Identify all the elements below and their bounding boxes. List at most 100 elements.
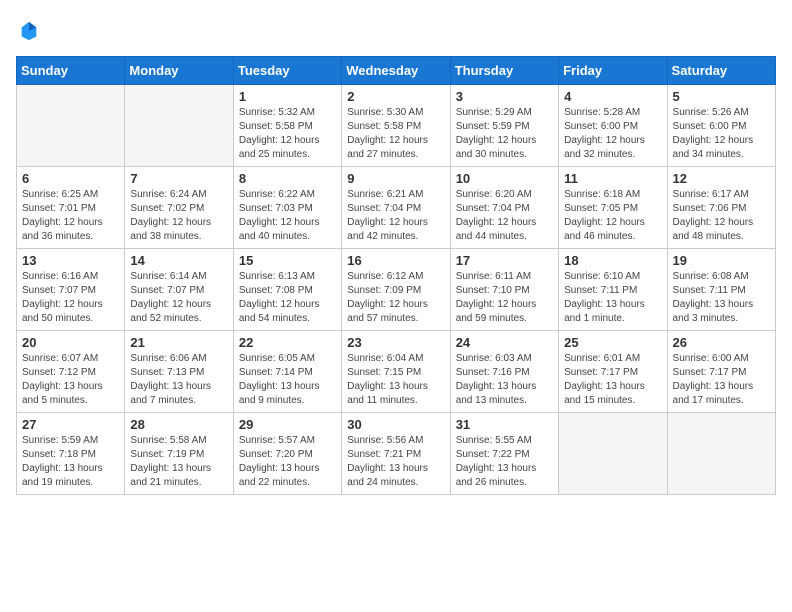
day-number: 10 [456, 171, 553, 186]
calendar-cell: 6 Sunrise: 6:25 AMSunset: 7:01 PMDaylight… [17, 166, 125, 248]
day-number: 26 [673, 335, 770, 350]
day-info: Sunrise: 6:16 AMSunset: 7:07 PMDaylight:… [22, 270, 119, 326]
day-info: Sunrise: 6:05 AMSunset: 7:14 PMDaylight:… [239, 352, 336, 408]
calendar-cell: 2 Sunrise: 5:30 AMSunset: 5:58 PMDaylight… [342, 84, 450, 166]
day-info: Sunrise: 6:22 AMSunset: 7:03 PMDaylight:… [239, 188, 336, 244]
day-number: 12 [673, 171, 770, 186]
day-info: Sunrise: 5:26 AMSunset: 6:00 PMDaylight:… [673, 106, 770, 162]
calendar-cell: 21 Sunrise: 6:06 AMSunset: 7:13 PMDayligh… [125, 330, 233, 412]
day-header-monday: Monday [125, 56, 233, 84]
day-header-tuesday: Tuesday [233, 56, 341, 84]
calendar-week-row: 27 Sunrise: 5:59 AMSunset: 7:18 PMDayligh… [17, 412, 776, 494]
day-info: Sunrise: 5:59 AMSunset: 7:18 PMDaylight:… [22, 434, 119, 490]
calendar-cell: 13 Sunrise: 6:16 AMSunset: 7:07 PMDayligh… [17, 248, 125, 330]
day-info: Sunrise: 6:10 AMSunset: 7:11 PMDaylight:… [564, 270, 661, 326]
day-info: Sunrise: 5:32 AMSunset: 5:58 PMDaylight:… [239, 106, 336, 162]
day-info: Sunrise: 6:24 AMSunset: 7:02 PMDaylight:… [130, 188, 227, 244]
calendar-cell: 24 Sunrise: 6:03 AMSunset: 7:16 PMDayligh… [450, 330, 558, 412]
calendar-cell: 16Sunrise: 6:12 AMSunset: 7:09 PMDayligh… [342, 248, 450, 330]
calendar-cell: 3 Sunrise: 5:29 AMSunset: 5:59 PMDaylight… [450, 84, 558, 166]
day-number: 23 [347, 335, 444, 350]
day-number: 25 [564, 335, 661, 350]
calendar-cell: 22 Sunrise: 6:05 AMSunset: 7:14 PMDayligh… [233, 330, 341, 412]
day-number: 22 [239, 335, 336, 350]
day-header-thursday: Thursday [450, 56, 558, 84]
calendar-cell [17, 84, 125, 166]
day-number: 31 [456, 417, 553, 432]
calendar-week-row: 20Sunrise: 6:07 AMSunset: 7:12 PMDayligh… [17, 330, 776, 412]
day-number: 3 [456, 89, 553, 104]
day-number: 13 [22, 253, 119, 268]
calendar-cell: 18 Sunrise: 6:10 AMSunset: 7:11 PMDayligh… [559, 248, 667, 330]
day-info: Sunrise: 6:01 AMSunset: 7:17 PMDaylight:… [564, 352, 661, 408]
page-header [16, 16, 776, 48]
day-number: 17 [456, 253, 553, 268]
calendar-cell: 19Sunrise: 6:08 AMSunset: 7:11 PMDayligh… [667, 248, 775, 330]
day-number: 6 [22, 171, 119, 186]
day-info: Sunrise: 5:55 AMSunset: 7:22 PMDaylight:… [456, 434, 553, 490]
day-number: 14 [130, 253, 227, 268]
day-info: Sunrise: 5:30 AMSunset: 5:58 PMDaylight:… [347, 106, 444, 162]
day-info: Sunrise: 5:56 AMSunset: 7:21 PMDaylight:… [347, 434, 444, 490]
calendar-cell [667, 412, 775, 494]
day-info: Sunrise: 6:25 AMSunset: 7:01 PMDaylight:… [22, 188, 119, 244]
day-number: 24 [456, 335, 553, 350]
day-number: 9 [347, 171, 444, 186]
calendar-cell: 11 Sunrise: 6:18 AMSunset: 7:05 PMDayligh… [559, 166, 667, 248]
day-number: 29 [239, 417, 336, 432]
day-info: Sunrise: 6:14 AMSunset: 7:07 PMDaylight:… [130, 270, 227, 326]
day-number: 2 [347, 89, 444, 104]
calendar-cell: 10 Sunrise: 6:20 AMSunset: 7:04 PMDayligh… [450, 166, 558, 248]
day-info: Sunrise: 5:28 AMSunset: 6:00 PMDaylight:… [564, 106, 661, 162]
day-info: Sunrise: 6:07 AMSunset: 7:12 PMDaylight:… [22, 352, 119, 408]
calendar-cell: 28 Sunrise: 5:58 AMSunset: 7:19 PMDayligh… [125, 412, 233, 494]
calendar-cell: 17 Sunrise: 6:11 AMSunset: 7:10 PMDayligh… [450, 248, 558, 330]
calendar-cell: 27 Sunrise: 5:59 AMSunset: 7:18 PMDayligh… [17, 412, 125, 494]
day-number: 30 [347, 417, 444, 432]
day-info: Sunrise: 6:03 AMSunset: 7:16 PMDaylight:… [456, 352, 553, 408]
day-info: Sunrise: 6:04 AMSunset: 7:15 PMDaylight:… [347, 352, 444, 408]
day-info: Sunrise: 6:17 AMSunset: 7:06 PMDaylight:… [673, 188, 770, 244]
day-number: 8 [239, 171, 336, 186]
day-info: Sunrise: 6:12 AMSunset: 7:09 PMDaylight:… [347, 270, 444, 326]
day-info: Sunrise: 6:20 AMSunset: 7:04 PMDaylight:… [456, 188, 553, 244]
calendar-cell: 5 Sunrise: 5:26 AMSunset: 6:00 PMDaylight… [667, 84, 775, 166]
calendar-cell: 25 Sunrise: 6:01 AMSunset: 7:17 PMDayligh… [559, 330, 667, 412]
calendar-cell: 14 Sunrise: 6:14 AMSunset: 7:07 PMDayligh… [125, 248, 233, 330]
calendar-cell: 30 Sunrise: 5:56 AMSunset: 7:21 PMDayligh… [342, 412, 450, 494]
day-number: 11 [564, 171, 661, 186]
day-header-sunday: Sunday [17, 56, 125, 84]
day-number: 21 [130, 335, 227, 350]
day-info: Sunrise: 6:11 AMSunset: 7:10 PMDaylight:… [456, 270, 553, 326]
calendar-cell: 9Sunrise: 6:21 AMSunset: 7:04 PMDaylight… [342, 166, 450, 248]
calendar-week-row: 6 Sunrise: 6:25 AMSunset: 7:01 PMDaylight… [17, 166, 776, 248]
day-header-saturday: Saturday [667, 56, 775, 84]
logo [16, 20, 40, 48]
calendar-cell: 4Sunrise: 5:28 AMSunset: 6:00 PMDaylight… [559, 84, 667, 166]
day-number: 7 [130, 171, 227, 186]
calendar-cell [125, 84, 233, 166]
calendar-cell: 7 Sunrise: 6:24 AMSunset: 7:02 PMDaylight… [125, 166, 233, 248]
day-info: Sunrise: 5:58 AMSunset: 7:19 PMDaylight:… [130, 434, 227, 490]
calendar-week-row: 13 Sunrise: 6:16 AMSunset: 7:07 PMDayligh… [17, 248, 776, 330]
day-number: 1 [239, 89, 336, 104]
day-info: Sunrise: 6:08 AMSunset: 7:11 PMDaylight:… [673, 270, 770, 326]
calendar-cell: 29 Sunrise: 5:57 AMSunset: 7:20 PMDayligh… [233, 412, 341, 494]
day-info: Sunrise: 6:18 AMSunset: 7:05 PMDaylight:… [564, 188, 661, 244]
calendar-week-row: 1 Sunrise: 5:32 AMSunset: 5:58 PMDaylight… [17, 84, 776, 166]
day-number: 18 [564, 253, 661, 268]
day-number: 5 [673, 89, 770, 104]
day-info: Sunrise: 5:57 AMSunset: 7:20 PMDaylight:… [239, 434, 336, 490]
calendar-cell: 12 Sunrise: 6:17 AMSunset: 7:06 PMDayligh… [667, 166, 775, 248]
calendar-cell: 1 Sunrise: 5:32 AMSunset: 5:58 PMDaylight… [233, 84, 341, 166]
day-header-wednesday: Wednesday [342, 56, 450, 84]
calendar-cell [559, 412, 667, 494]
calendar-cell: 20Sunrise: 6:07 AMSunset: 7:12 PMDayligh… [17, 330, 125, 412]
day-number: 15 [239, 253, 336, 268]
day-info: Sunrise: 6:06 AMSunset: 7:13 PMDaylight:… [130, 352, 227, 408]
day-number: 27 [22, 417, 119, 432]
day-info: Sunrise: 5:29 AMSunset: 5:59 PMDaylight:… [456, 106, 553, 162]
day-number: 28 [130, 417, 227, 432]
calendar-cell: 31 Sunrise: 5:55 AMSunset: 7:22 PMDayligh… [450, 412, 558, 494]
calendar-cell: 26Sunrise: 6:00 AMSunset: 7:17 PMDayligh… [667, 330, 775, 412]
